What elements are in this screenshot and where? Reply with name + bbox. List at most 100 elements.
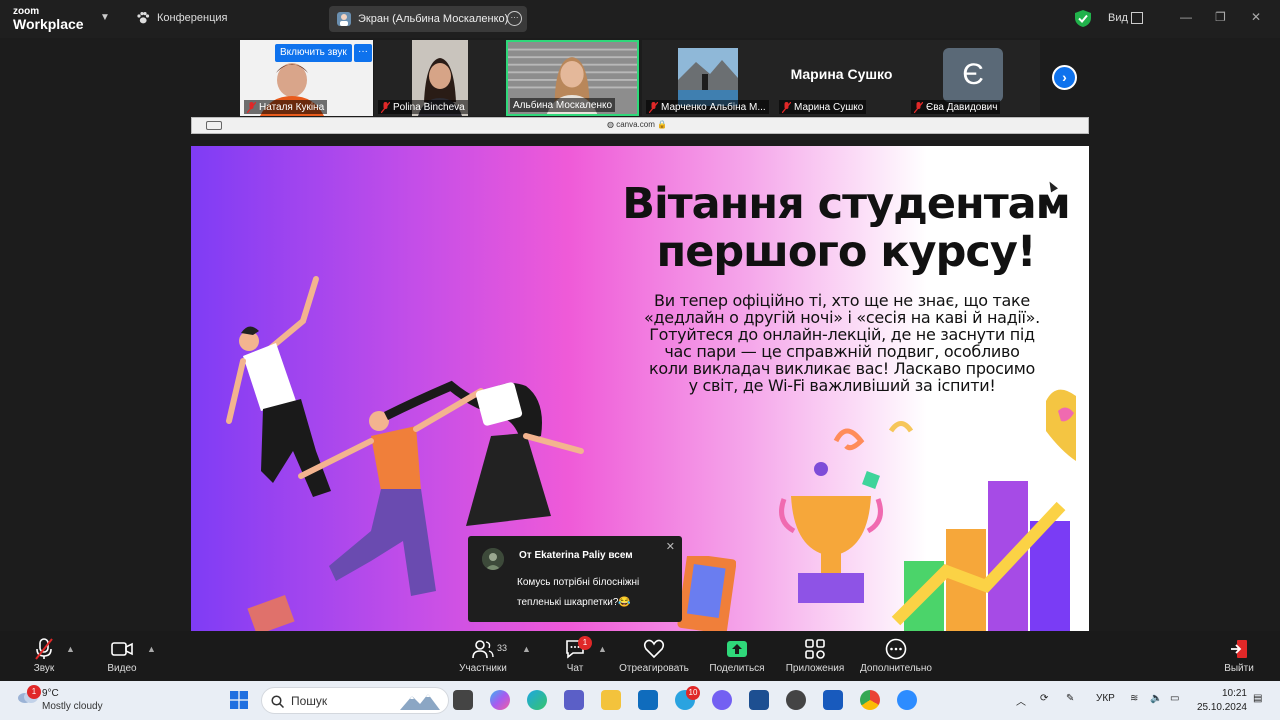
task-view-icon[interactable] (453, 690, 473, 710)
teams-icon[interactable] (564, 690, 584, 710)
chrome-icon[interactable] (860, 690, 880, 710)
file-explorer-icon[interactable] (601, 690, 621, 710)
word-icon[interactable] (823, 690, 843, 710)
close-icon[interactable]: ✕ (666, 540, 675, 553)
unmute-button[interactable]: Включить звук (275, 44, 352, 62)
pen-icon[interactable]: ✎ (1066, 693, 1074, 704)
participant-tile[interactable]: Марченко Альбіна М... (642, 40, 775, 116)
participant-name: Наталя Кукіна (244, 100, 328, 114)
participant-name: Марченко Альбіна М... (646, 100, 769, 114)
apps-icon (805, 639, 825, 659)
clock[interactable]: 10:21 25.10.2024 (1192, 687, 1247, 715)
share-screen-icon (727, 641, 747, 657)
more-button[interactable]: Дополнительно (856, 631, 936, 681)
participant-tile-active-speaker[interactable]: Альбина Москаленко (506, 40, 639, 116)
battery-icon[interactable]: ▭ (1170, 693, 1179, 704)
participant-name: Polina Bincheva (378, 100, 468, 114)
chevron-up-icon[interactable]: ▲ (522, 644, 531, 654)
windows-start-icon[interactable] (230, 691, 248, 709)
copilot-icon[interactable] (490, 690, 510, 710)
clock-time: 10:21 (1221, 688, 1247, 699)
participants-button[interactable]: Участники (450, 631, 516, 681)
chevron-down-icon[interactable]: ▼ (100, 12, 110, 23)
mic-muted-icon (914, 101, 923, 113)
security-shield-icon[interactable] (1075, 10, 1091, 27)
zoom-logo: zoom Workplace (13, 7, 84, 32)
chat-unread-badge: 1 (578, 636, 592, 650)
grid-view-icon[interactable] (1131, 12, 1143, 24)
chat-message: Комусь потрібні білосніжні тепленькі шка… (517, 577, 640, 608)
notifications-icon[interactable]: ▤ (1253, 693, 1262, 704)
slide-title: Вітання студентам першого курсу! (622, 179, 1071, 277)
shared-browser-toolbar: ◍ canva.com 🔒 (191, 117, 1089, 134)
language-indicator[interactable]: УКР (1096, 693, 1115, 704)
mic-muted-icon (247, 101, 256, 113)
mountain-highlight-icon (400, 694, 440, 710)
view-menu[interactable]: Вид (1108, 12, 1128, 24)
meeting-controls: Звук ▲ Видео ▲ Участники 33 ▲ Чат 1 ▲ От… (0, 631, 1280, 681)
screen-share-pill[interactable]: Экран (Альбина Москаленко) ··· (329, 6, 527, 32)
weather-condition: Mostly cloudy (42, 701, 103, 712)
outlook-icon[interactable] (638, 690, 658, 710)
chevron-up-icon[interactable]: ▲ (598, 644, 607, 654)
participant-strip: Включить звук ··· Наталя Кукіна Polina B… (240, 40, 1040, 116)
share-label: Поделиться (709, 663, 765, 674)
close-icon[interactable]: ✕ (1251, 10, 1261, 24)
zoom-icon[interactable] (897, 690, 917, 710)
more-label: Дополнительно (860, 663, 932, 674)
participant-name: Єва Давидович (911, 100, 1001, 114)
edge-browser-icon[interactable] (527, 690, 547, 710)
participant-name: Марина Сушко (779, 100, 867, 114)
chevron-up-icon[interactable]: ▲ (66, 644, 75, 654)
chat-notification[interactable]: От Ekaterina Paliy всем ✕ Комусь потрібн… (468, 536, 682, 622)
conference-label: Конференция (157, 12, 228, 24)
participant-tile[interactable]: Марина Сушко Марина Сушко (775, 40, 908, 116)
unmute-more-icon[interactable]: ··· (354, 44, 372, 62)
video-button[interactable]: Видео (92, 631, 152, 681)
share-screen-button[interactable]: Поделиться (705, 631, 769, 681)
title-bar: zoom Workplace ▼ Конференция Экран (Альб… (0, 0, 1280, 38)
apps-label: Приложения (785, 663, 845, 674)
wifi-icon[interactable]: ≋ (1130, 693, 1138, 704)
telegram-badge: 10 (686, 686, 700, 700)
trophy-chart-illustration (779, 389, 1076, 631)
weather-badge: 1 (27, 685, 41, 699)
next-page-arrow-icon[interactable]: › (1052, 65, 1077, 90)
search-icon (271, 695, 284, 708)
screen-share-avatar-icon (337, 12, 351, 26)
leave-button[interactable]: Выйти (1214, 631, 1264, 681)
tabs-icon (206, 121, 222, 130)
heart-icon (643, 639, 665, 659)
chevron-up-icon[interactable]: ︿ (1016, 693, 1026, 708)
conference-menu[interactable]: Конференция (136, 11, 227, 25)
volume-icon[interactable]: 🔈 (1150, 693, 1162, 704)
url-label: ◍ canva.com 🔒 (607, 120, 668, 129)
sync-icon[interactable]: ⟳ (1040, 693, 1048, 704)
minimize-icon[interactable]: — (1180, 10, 1192, 24)
app-installer-icon[interactable] (749, 690, 769, 710)
chevron-up-icon[interactable]: ▲ (147, 644, 156, 654)
leave-door-icon (1231, 640, 1247, 658)
participant-tile[interactable]: Включить звук ··· Наталя Кукіна (240, 40, 373, 116)
participant-tile[interactable]: Є Єва Давидович (907, 40, 1040, 116)
participants-count: 33 (497, 643, 508, 653)
participants-label: Участники (459, 663, 507, 674)
more-options-icon[interactable]: ··· (507, 11, 522, 26)
notebook-illustration (677, 556, 736, 631)
weather-widget[interactable]: 1 9°C Mostly cloudy (16, 685, 103, 712)
viber-icon[interactable] (712, 690, 732, 710)
video-label: Видео (107, 663, 137, 674)
avatar (482, 548, 504, 570)
audio-button[interactable]: Звук (14, 631, 74, 681)
chat-button[interactable]: Чат (550, 631, 600, 681)
chat-label: Чат (566, 663, 584, 674)
clock-date: 25.10.2024 (1196, 702, 1247, 713)
participant-tile[interactable]: Polina Bincheva (374, 40, 507, 116)
react-button[interactable]: Отреагировать (615, 631, 693, 681)
chatgpt-icon[interactable] (786, 690, 806, 710)
screen-share-label: Экран (Альбина Москаленко) (358, 13, 509, 25)
apps-button[interactable]: Приложения (782, 631, 848, 681)
taskbar-search-input[interactable]: Пошук (261, 687, 449, 714)
maximize-icon[interactable]: ❐ (1215, 10, 1226, 24)
react-label: Отреагировать (619, 663, 689, 674)
